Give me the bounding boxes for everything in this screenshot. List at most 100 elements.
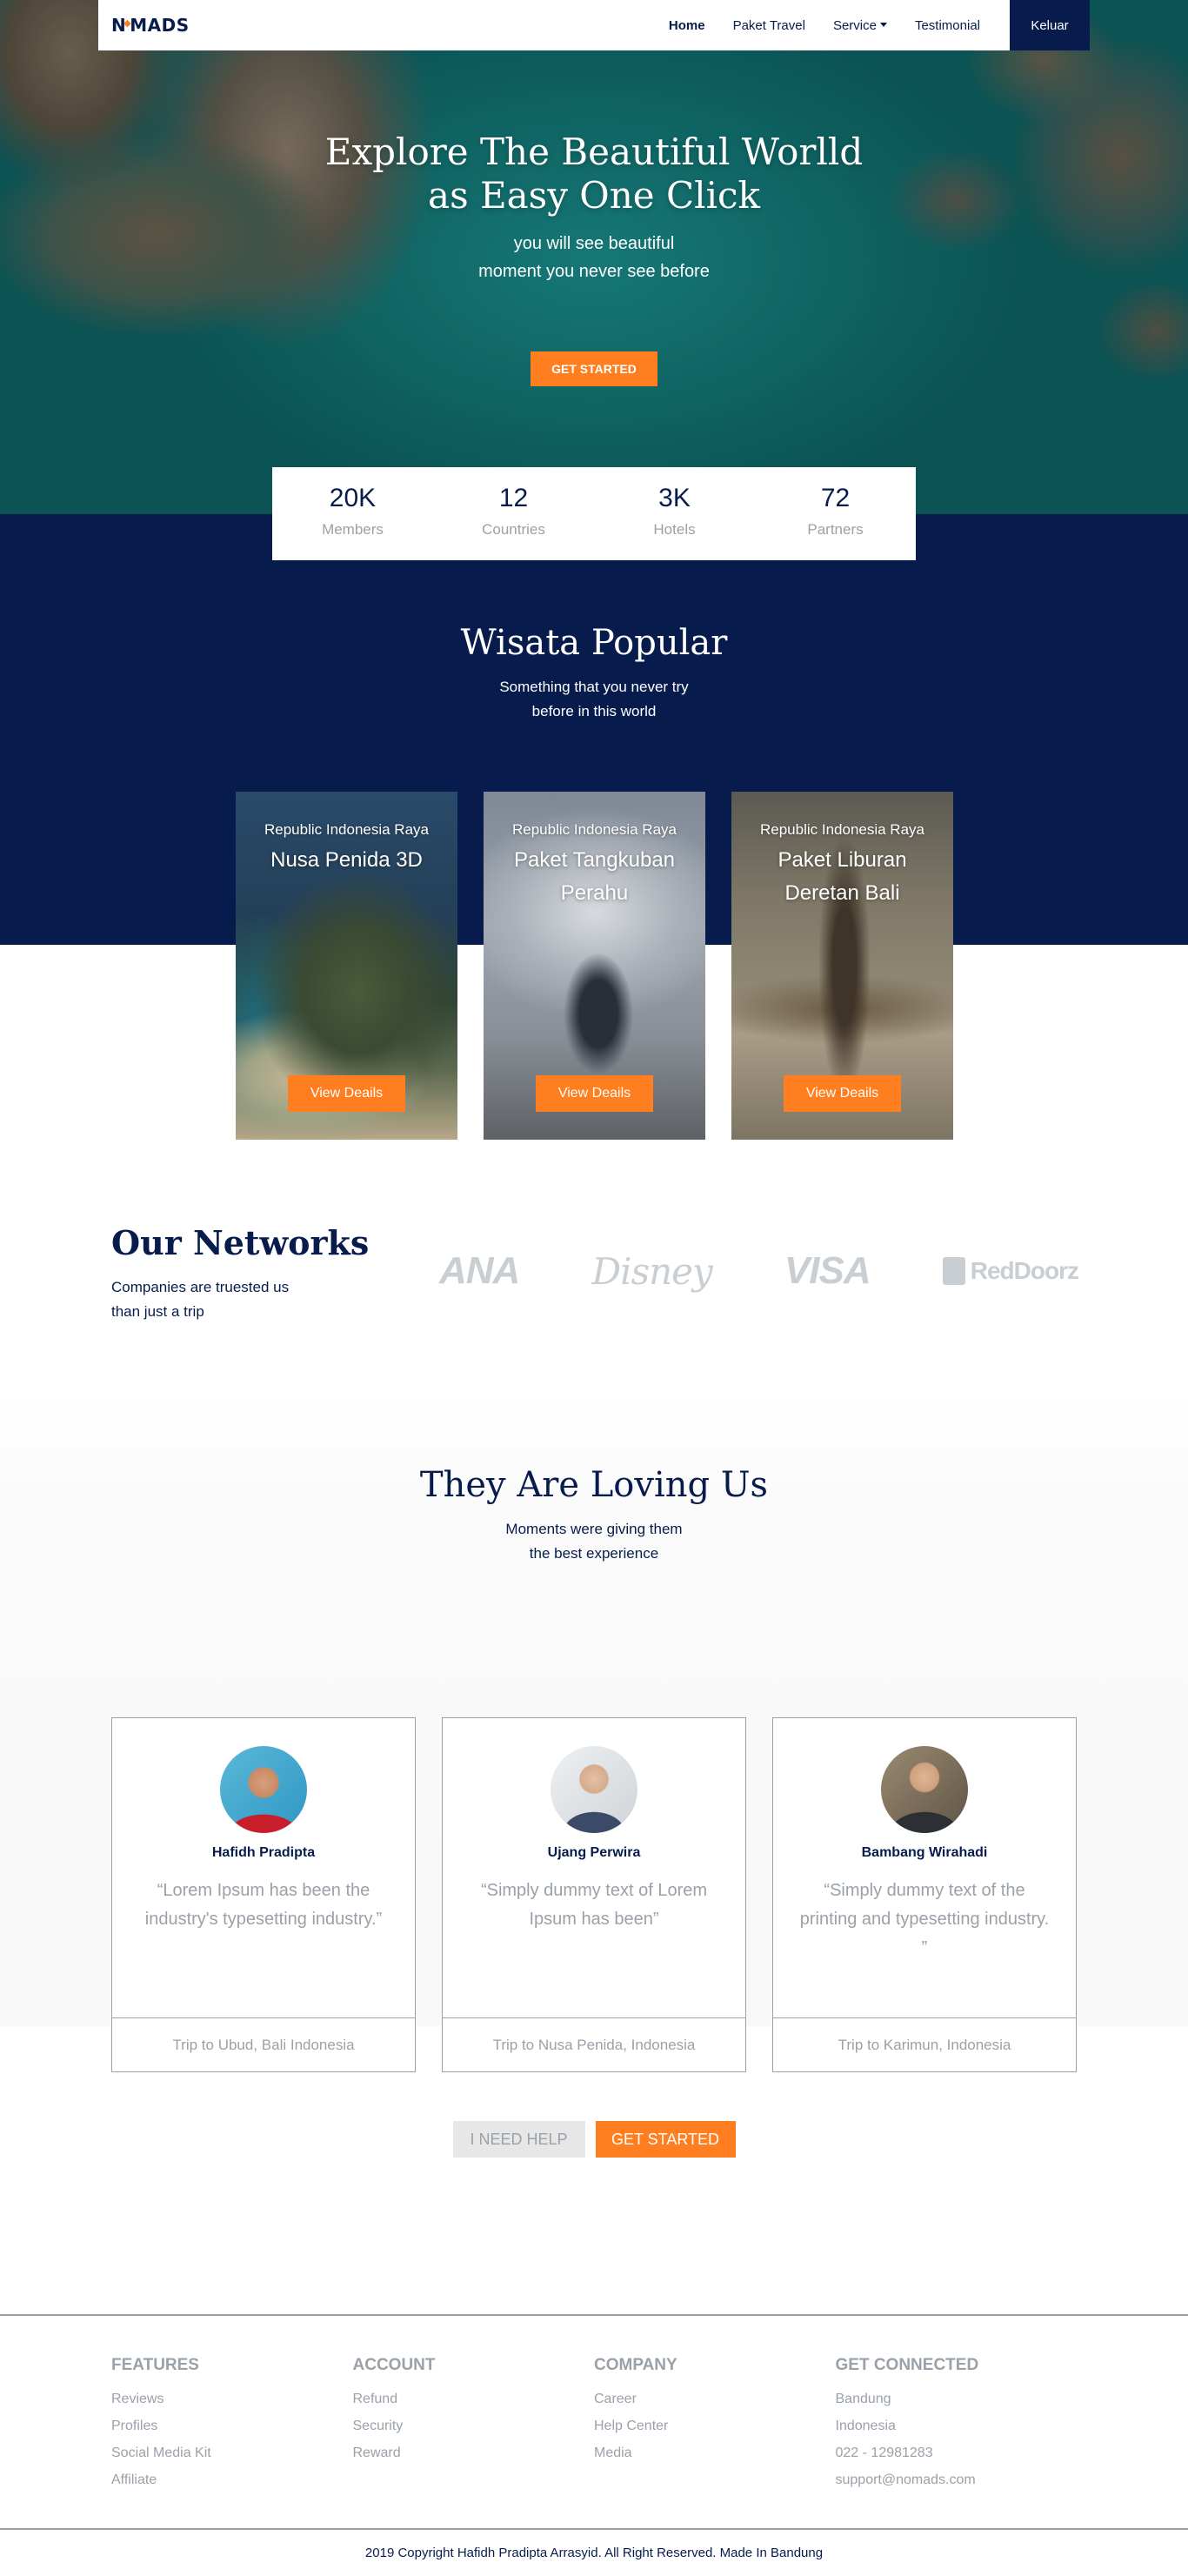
hero-subtitle-line-1: you will see beautiful — [513, 234, 675, 253]
footer-link-media[interactable]: Media — [594, 2439, 836, 2466]
footer-contact-phone[interactable]: 022 - 12981283 — [836, 2439, 1078, 2466]
popular-subtitle: Something that you never try before in t… — [481, 675, 707, 724]
stat-value: 20K — [329, 484, 377, 512]
testimonial-quote: “Simply dummy text of the printing and t… — [799, 1881, 1050, 1957]
hero-title-line-1: Explore The Beautiful Worlld — [324, 130, 864, 173]
footer-contact-email[interactable]: support@nomads.com — [836, 2466, 1078, 2493]
navbar: N◆MADS Home Paket Travel Service Testimo… — [98, 0, 1090, 50]
footer-link-profiles[interactable]: Profiles — [111, 2412, 353, 2439]
ana-logo: ANA — [439, 1249, 520, 1292]
testimonial-name: Hafidh Pradipta — [211, 1845, 316, 1860]
testimonial-quote: “Simply dummy text of Lorem Ipsum has be… — [480, 1881, 708, 1929]
footer-col-company: COMPANY Career Help Center Media — [594, 2356, 836, 2493]
brand-letters: MADS — [130, 15, 190, 36]
testimonial-cards: Hafidh Pradipta “Lorem Ipsum has been th… — [111, 1717, 1077, 2072]
travel-card-tangkuban-perahu[interactable]: Republic Indonesia Raya Paket Tangkuban … — [484, 792, 705, 1140]
testimonial-trip: Trip to Ubud, Bali Indonesia — [112, 2017, 415, 2071]
hero-section: N◆MADS Home Paket Travel Service Testimo… — [0, 0, 1188, 514]
popular-subtitle-line-1: Something that you never try — [499, 679, 689, 695]
footer-columns: FEATURES Reviews Profiles Social Media K… — [111, 2356, 1077, 2493]
popular-cards: Republic Indonesia Raya Nusa Penida 3D V… — [236, 792, 954, 1140]
stat-partners: 72 Partners — [755, 467, 916, 560]
hero-content: Explore The Beautiful Worlld as Easy One… — [0, 130, 1188, 386]
testimonial-card: Ujang Perwira “Simply dummy text of Lore… — [442, 1717, 746, 2072]
footer-col-get-connected: GET CONNECTED Bandung Indonesia 022 - 12… — [836, 2356, 1078, 2493]
need-help-button[interactable]: I NEED HELP — [452, 2121, 585, 2158]
stat-hotels: 3K Hotels — [594, 467, 755, 560]
nav-links: Home Paket Travel Service Testimonial Ke… — [655, 0, 1090, 50]
nav-link-paket-travel[interactable]: Paket Travel — [719, 18, 819, 33]
travel-card-deretan-bali[interactable]: Republic Indonesia Raya Paket Liburan De… — [731, 792, 953, 1140]
footer-link-social-media-kit[interactable]: Social Media Kit — [111, 2439, 353, 2466]
hero-title-line-2: as Easy One Click — [428, 174, 760, 217]
travel-card-nusa-penida[interactable]: Republic Indonesia Raya Nusa Penida 3D V… — [236, 792, 457, 1140]
testimonial-card: Hafidh Pradipta “Lorem Ipsum has been th… — [111, 1717, 416, 2072]
footer-link-career[interactable]: Career — [594, 2385, 836, 2412]
networks-title: Our Networks — [111, 1223, 370, 1262]
hero-subtitle-line-2: moment you never see before — [478, 262, 710, 281]
view-details-button[interactable]: View Deails — [784, 1075, 901, 1112]
footer-link-affiliate[interactable]: Affiliate — [111, 2466, 353, 2493]
visa-logo: VISA — [784, 1249, 871, 1292]
stat-value: 3K — [658, 484, 691, 512]
popular-subtitle-line-2: before in this world — [531, 703, 657, 719]
footer-link-reviews[interactable]: Reviews — [111, 2385, 353, 2412]
footer-contact-country: Indonesia — [835, 2419, 896, 2433]
card-country: Republic Indonesia Raya — [759, 821, 924, 838]
testimonial-card: Bambang Wirahadi “Simply dummy text of t… — [772, 1717, 1077, 2072]
footer-link-refund[interactable]: Refund — [353, 2385, 595, 2412]
footer-heading: GET CONNECTED — [835, 2356, 979, 2374]
disney-logo: Disney — [591, 1249, 712, 1293]
testimonial-quote: “Lorem Ipsum has been the industry's typ… — [144, 1881, 383, 1929]
card-title: Nusa Penida 3D — [270, 848, 423, 872]
logout-button[interactable]: Keluar — [1010, 0, 1090, 50]
networks-subtitle: Companies are truested us than just a tr… — [111, 1275, 320, 1324]
footer-col-features: FEATURES Reviews Profiles Social Media K… — [111, 2356, 353, 2493]
footer-col-account: ACCOUNT Refund Security Reward — [353, 2356, 595, 2493]
footer-link-help-center[interactable]: Help Center — [594, 2412, 836, 2439]
view-details-button[interactable]: View Deails — [288, 1075, 405, 1112]
testimonial-subtitle-line-1: Moments were giving them — [505, 1521, 683, 1537]
card-country: Republic Indonesia Raya — [264, 821, 429, 838]
testimonial-name: Ujang Perwira — [547, 1845, 641, 1860]
nav-link-service[interactable]: Service — [819, 18, 901, 33]
stat-label: Partners — [807, 521, 864, 538]
stats-bar: 20K Members 12 Countries 3K Hotels 72 Pa… — [272, 467, 916, 560]
reddoorz-logo: RedDoorz — [942, 1257, 1079, 1285]
stat-label: Hotels — [653, 521, 696, 538]
copyright-text: 2019 Copyright Hafidh Pradipta Arrasyid.… — [364, 2546, 824, 2560]
copyright-bar: 2019 Copyright Hafidh Pradipta Arrasyid.… — [0, 2528, 1188, 2576]
card-title: Paket Tangkuban Perahu — [513, 848, 676, 905]
testimonial-title: They Are Loving Us — [419, 1465, 769, 1505]
networks-subtitle-line-1: Companies are truested us — [111, 1279, 290, 1295]
footer: FEATURES Reviews Profiles Social Media K… — [0, 2314, 1188, 2528]
hero-title: Explore The Beautiful Worlld as Easy One… — [324, 130, 864, 217]
networks-subtitle-line-2: than just a trip — [111, 1303, 204, 1320]
footer-link-security[interactable]: Security — [353, 2412, 595, 2439]
reddoorz-wordmark: RedDoorz — [970, 1257, 1079, 1284]
hero-get-started-button[interactable]: GET STARTED — [531, 351, 657, 386]
card-country: Republic Indonesia Raya — [511, 821, 677, 838]
nav-link-testimonial[interactable]: Testimonial — [901, 18, 994, 33]
testimonial-name: Bambang Wirahadi — [861, 1845, 988, 1860]
testimonial-subtitle-line-2: the best experience — [529, 1545, 659, 1562]
testimonial-trip: Trip to Karimun, Indonesia — [773, 2017, 1076, 2071]
footer-link-reward[interactable]: Reward — [353, 2439, 595, 2466]
avatar — [551, 1746, 637, 1833]
nav-link-service-label: Service — [832, 17, 877, 33]
footer-heading: COMPANY — [594, 2356, 677, 2374]
reddoorz-icon — [942, 1257, 965, 1285]
view-details-button[interactable]: View Deails — [536, 1075, 653, 1112]
testimonial-subtitle: Moments were giving them the best experi… — [490, 1517, 698, 1566]
footer-heading: ACCOUNT — [352, 2356, 436, 2374]
stat-value: 12 — [498, 484, 529, 512]
footer-heading: FEATURES — [111, 2356, 199, 2374]
brand-logo[interactable]: N◆MADS — [111, 15, 190, 36]
card-title: Paket Liburan Deretan Bali — [778, 848, 907, 905]
stat-label: Countries — [482, 521, 545, 538]
avatar — [881, 1746, 968, 1833]
get-started-button[interactable]: GET STARTED — [595, 2121, 736, 2158]
stat-value: 72 — [820, 484, 851, 512]
nav-link-home[interactable]: Home — [655, 18, 719, 33]
hero-subtitle: you will see beautiful moment you never … — [464, 230, 724, 285]
